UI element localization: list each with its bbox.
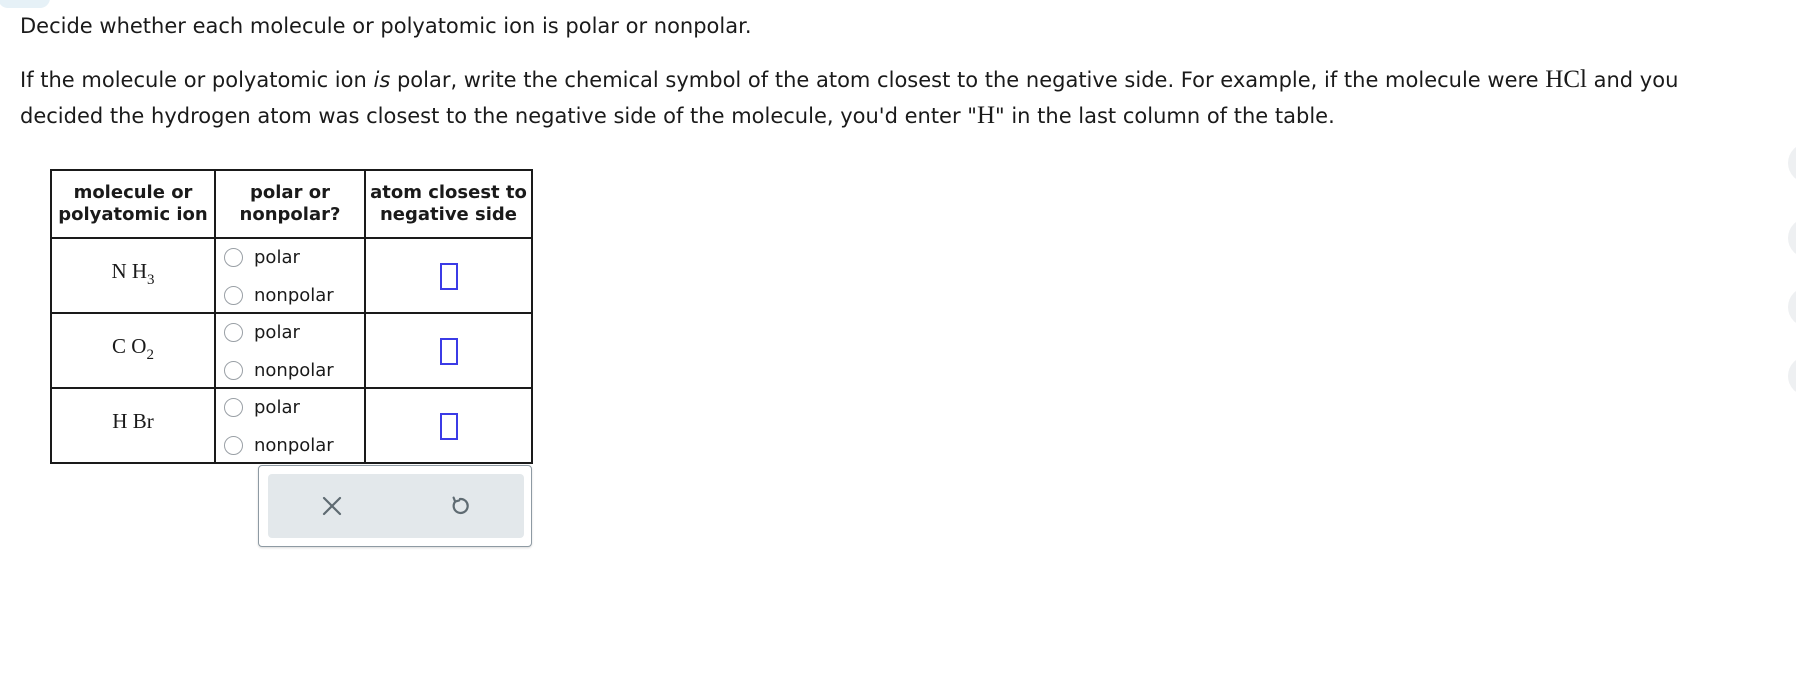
header-text: negative side	[379, 204, 517, 225]
table-header-row: molecule or polyatomic ion polar or nonpol…	[50, 169, 533, 239]
formula-subscript: 3	[147, 272, 155, 288]
header-text: polar or	[250, 182, 330, 203]
nonpolar-radio[interactable]	[224, 286, 243, 305]
action-panel	[258, 465, 532, 547]
atom-answer-box[interactable]	[439, 262, 458, 290]
polar-label: polar	[254, 397, 300, 418]
instruction-line-1: Decide whether each molecule or polyatom…	[20, 12, 752, 40]
header-polarity: polar or nonpolar?	[214, 169, 366, 239]
polar-radio[interactable]	[224, 398, 243, 417]
formula-main: C O	[112, 334, 147, 358]
nonpolar-option[interactable]: nonpolar	[224, 435, 334, 456]
nonpolar-radio[interactable]	[224, 361, 243, 380]
side-tool-circle[interactable]	[1788, 218, 1796, 258]
close-icon	[322, 496, 342, 516]
atom-cell	[364, 312, 533, 389]
nonpolar-label: nonpolar	[254, 360, 334, 381]
molecule-formula: H Br	[52, 409, 214, 439]
polarity-cell: polar nonpolar	[214, 312, 366, 389]
polarity-cell: polar nonpolar	[214, 387, 366, 464]
instruction-text-part: If the molecule or polyatomic ion	[20, 68, 374, 92]
side-tool-circle[interactable]	[1788, 356, 1796, 396]
polar-radio[interactable]	[224, 323, 243, 342]
clear-button[interactable]	[268, 474, 396, 538]
polar-option[interactable]: polar	[224, 322, 300, 343]
instruction-text-part: " in the last column of the table.	[995, 104, 1335, 128]
atom-cell	[364, 237, 533, 314]
reset-button[interactable]	[396, 474, 524, 538]
table-row: H Br polar nonpolar	[50, 387, 533, 464]
instruction-text: Decide whether each molecule or polyatom…	[20, 14, 752, 38]
undo-icon	[452, 496, 469, 515]
atom-answer-box[interactable]	[439, 412, 458, 440]
molecule-formula: N H3	[52, 259, 214, 289]
header-atom: atom closest to negative side	[364, 169, 533, 239]
atom-answer-box[interactable]	[439, 337, 458, 365]
header-molecule: molecule or polyatomic ion	[50, 169, 216, 239]
nonpolar-label: nonpolar	[254, 285, 334, 306]
instruction-emphasis: is	[373, 68, 391, 92]
action-bar	[268, 474, 524, 538]
polar-label: polar	[254, 322, 300, 343]
header-text: nonpolar?	[239, 204, 341, 225]
instruction-text-part: polar, write the chemical symbol of the …	[390, 68, 1546, 92]
polar-option[interactable]: polar	[224, 247, 300, 268]
side-tool-circle[interactable]	[1788, 287, 1796, 327]
formula-main: N H	[111, 259, 148, 283]
nonpolar-label: nonpolar	[254, 435, 334, 456]
nonpolar-option[interactable]: nonpolar	[224, 360, 334, 381]
header-text: polyatomic ion	[58, 204, 208, 225]
formula-subscript: 2	[146, 347, 154, 363]
instruction-paragraph-2: If the molecule or polyatomic ion is pol…	[20, 62, 1760, 134]
polar-option[interactable]: polar	[224, 397, 300, 418]
header-text: molecule or	[73, 182, 193, 203]
nonpolar-radio[interactable]	[224, 436, 243, 455]
example-molecule: HCl	[1545, 66, 1587, 93]
polarity-table: molecule or polyatomic ion polar or nonpol…	[50, 169, 533, 464]
example-atom: H	[976, 102, 995, 129]
polar-label: polar	[254, 247, 300, 268]
formula-main: H Br	[112, 409, 154, 433]
polarity-cell: polar nonpolar	[214, 237, 366, 314]
side-tool-circle[interactable]	[1788, 143, 1796, 183]
top-corner-tab	[0, 0, 50, 8]
atom-cell	[364, 387, 533, 464]
header-text: atom closest to	[370, 182, 527, 203]
table-row: C O2 polar nonpolar	[50, 312, 533, 389]
nonpolar-option[interactable]: nonpolar	[224, 285, 334, 306]
table-row: N H3 polar nonpolar	[50, 237, 533, 314]
formula-cell: H Br	[50, 387, 216, 464]
polar-radio[interactable]	[224, 248, 243, 267]
formula-cell: C O2	[50, 312, 216, 389]
molecule-formula: C O2	[52, 334, 214, 364]
formula-cell: N H3	[50, 237, 216, 314]
